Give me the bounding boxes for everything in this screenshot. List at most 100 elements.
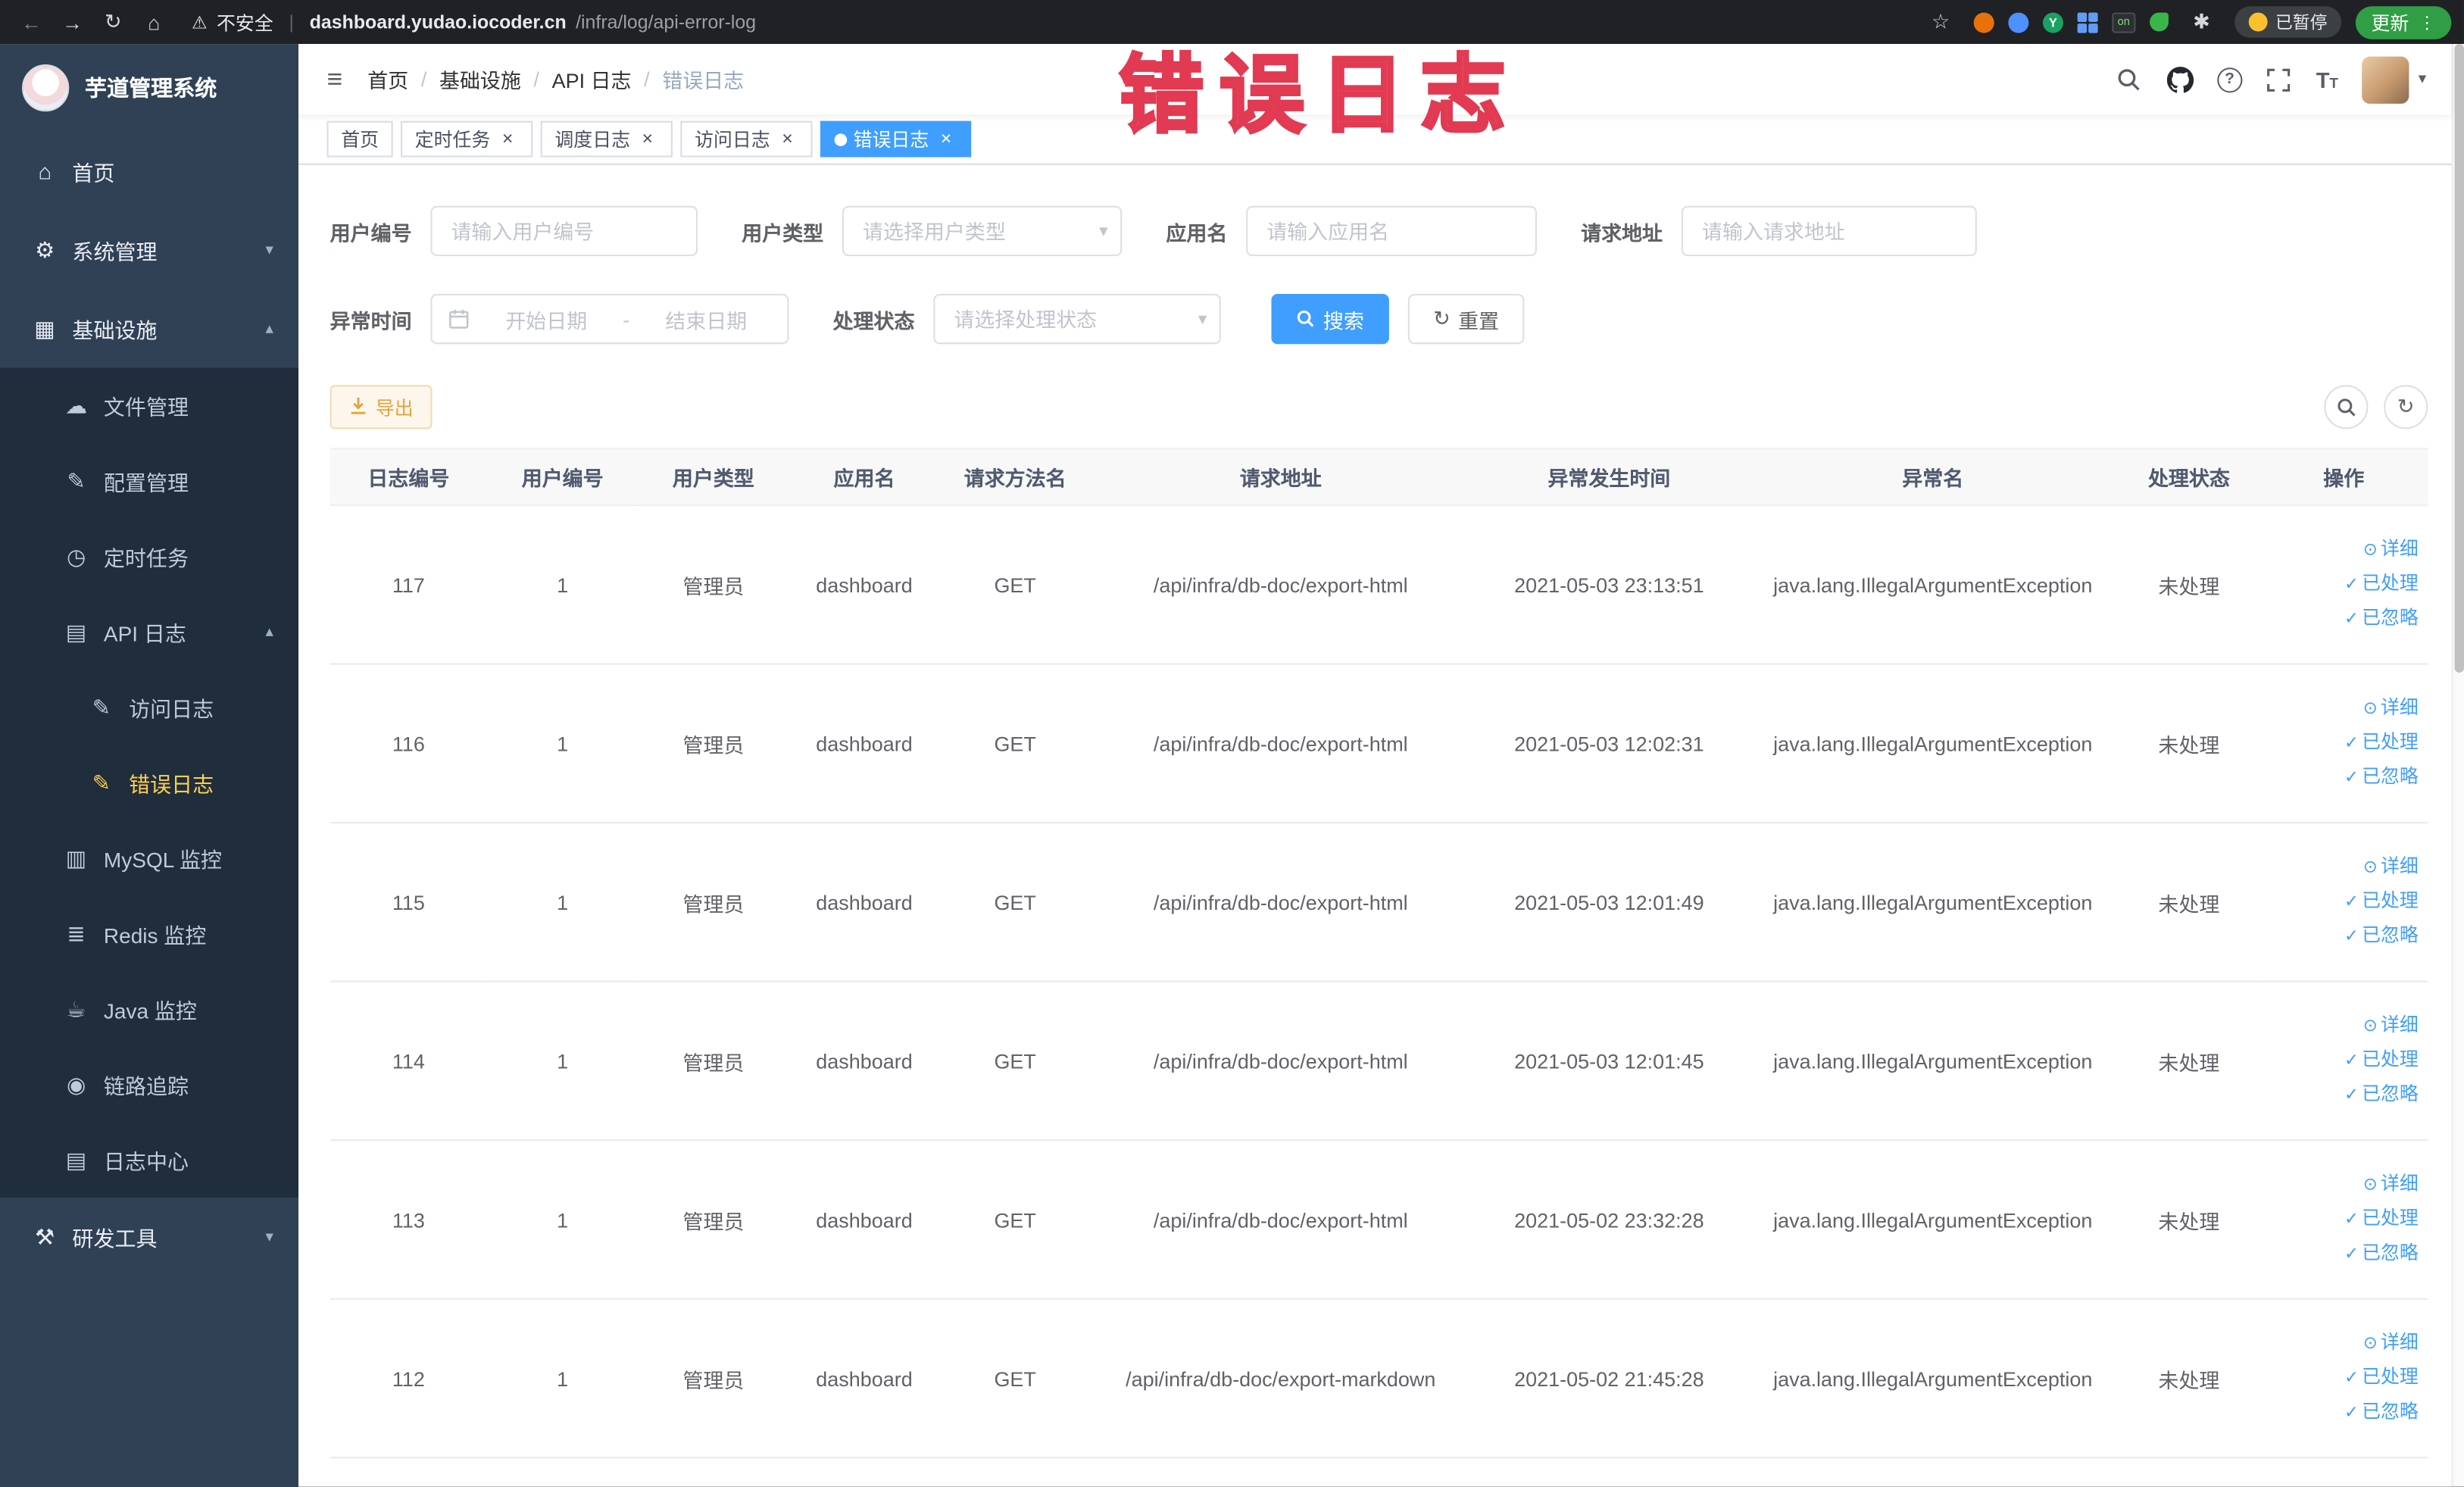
request-url-input[interactable] [1681, 205, 1977, 257]
ignored-action[interactable]: ✓ 已忽略 [2266, 761, 2419, 795]
processed-action[interactable]: ✓ 已处理 [2266, 885, 2419, 920]
close-icon[interactable]: × [636, 127, 658, 150]
close-icon[interactable]: × [776, 127, 798, 150]
sidebar-item-log-center[interactable]: ▤ 日志中心 [0, 1122, 299, 1198]
tab-access-log[interactable]: 访问日志 × [680, 120, 813, 158]
sidebar-item-error-log[interactable]: ✎ 错误日志 [0, 745, 299, 820]
sidebar-item-mysql-monitor[interactable]: ▥ MySQL 监控 [0, 820, 299, 896]
processed-action[interactable]: ✓ 已处理 [2266, 567, 2419, 602]
sidebar-item-label: 系统管理 [72, 240, 158, 264]
forward-icon[interactable]: → [54, 5, 92, 39]
github-icon[interactable] [2166, 66, 2194, 92]
cell-app: dashboard [789, 1140, 940, 1300]
detail-action[interactable]: ⊙ 详细 [2266, 1167, 2419, 1202]
tab-schedule-log[interactable]: 调度日志 × [540, 120, 673, 158]
toggle-search-button[interactable] [2324, 385, 2369, 430]
extension-orange-icon[interactable] [1973, 11, 1994, 33]
fullscreen-icon[interactable] [2266, 66, 2292, 92]
sidebar-item-system-management[interactable]: ⚙ 系统管理 ▾ [0, 211, 298, 289]
detail-action[interactable]: ⊙ 详细 [2266, 1009, 2419, 1044]
processed-action[interactable]: ✓ 已处理 [2266, 1361, 2419, 1396]
start-date-placeholder: 开始日期 [505, 308, 588, 333]
sidebar-item-access-log[interactable]: ✎ 访问日志 [0, 669, 299, 745]
sidebar-item-config-management[interactable]: ✎ 配置管理 [0, 443, 299, 519]
processed-action[interactable]: ✓ 已处理 [2266, 1044, 2419, 1079]
reset-button[interactable]: ↻ 重置 [1407, 293, 1525, 345]
ignored-action[interactable]: ✓ 已忽略 [2266, 1078, 2419, 1113]
date-range-picker[interactable]: 开始日期 - 结束日期 [430, 293, 789, 345]
sidebar-item-label: 首页 [72, 161, 115, 186]
cell-time: 2021-05-02 21:45:28 [1470, 1298, 1747, 1459]
sidebar-item-dev-tools[interactable]: ⚒ 研发工具 ▾ [0, 1198, 298, 1276]
extension-green-icon[interactable]: Y [2042, 11, 2063, 33]
sidebar-item-home[interactable]: ⌂ 首页 [0, 132, 298, 211]
scrollbar-thumb[interactable] [2454, 44, 2464, 673]
help-icon[interactable]: ? [2217, 67, 2243, 92]
ignored-action[interactable]: ✓ 已忽略 [2266, 1395, 2419, 1430]
extension-leaf-icon[interactable] [2150, 12, 2169, 32]
search-button[interactable]: 搜索 [1271, 293, 1390, 345]
table-toolbar: 导出 ↻ [329, 385, 2428, 430]
extension-blue-icon[interactable] [2008, 11, 2029, 33]
column-header: 处理状态 [2118, 448, 2260, 507]
browser-home-icon[interactable]: ⌂ [135, 5, 173, 39]
table-row: 115 1 管理员 dashboard GET/api/infra/db-doc/exp… [329, 823, 2428, 982]
detail-action[interactable]: ⊙ 详细 [2266, 1326, 2419, 1361]
sidebar-item-trace[interactable]: ◉ 链路追踪 [0, 1046, 299, 1123]
user-type-select[interactable] [842, 205, 1123, 257]
tools-icon: ⚒ [35, 1223, 55, 1249]
tab-error-log[interactable]: 错误日志 × [820, 120, 972, 158]
address-bar[interactable]: ⚠ 不安全 | dashboard.yudao.iocoder.cn/infra… [192, 8, 1919, 35]
breadcrumb-home[interactable]: 首页 [367, 64, 408, 94]
cell-url: /api/infra/db-doc/export-html [1090, 1140, 1471, 1300]
detail-action[interactable]: ⊙ 详细 [2266, 850, 2419, 885]
cell-user_type: 管理员 [638, 823, 789, 982]
close-icon[interactable]: × [497, 127, 519, 150]
detail-action[interactable]: ⊙ 详细 [2266, 533, 2419, 567]
process-status-select[interactable] [933, 293, 1222, 345]
close-icon[interactable]: × [935, 127, 957, 150]
back-icon[interactable]: ← [13, 5, 51, 39]
ignored-action[interactable]: ✓ 已忽略 [2266, 920, 2419, 954]
breadcrumb-infrastructure[interactable]: 基础设施 [439, 64, 521, 94]
processed-action[interactable]: ✓ 已处理 [2266, 1202, 2419, 1237]
cell-id: 115 [329, 823, 488, 982]
user-menu[interactable]: ▾ [2362, 55, 2426, 103]
sidebar-item-api-log[interactable]: ▤ API 日志 ▴ [0, 594, 299, 670]
check-icon: ✓ [2344, 1051, 2359, 1070]
browser-menu-icon[interactable]: ⋮ [2419, 12, 2436, 33]
search-icon[interactable] [2116, 66, 2143, 92]
breadcrumb-api-log[interactable]: API 日志 [552, 64, 632, 94]
page-scrollbar[interactable] [2451, 44, 2464, 1487]
sidebar-item-file-management[interactable]: ☁ 文件管理 [0, 367, 299, 444]
extension-grid-icon[interactable] [2077, 11, 2098, 33]
tab-home[interactable]: 首页 [326, 120, 393, 158]
cell-time: 2021-05-02 23:32:28 [1470, 1140, 1747, 1300]
detail-action[interactable]: ⊙ 详细 [2266, 692, 2419, 726]
browser-update-button[interactable]: 更新 ⋮ [2355, 5, 2452, 39]
font-size-icon[interactable]: T T [2316, 68, 2338, 90]
paw-extension-icon[interactable]: ✱ [2183, 5, 2221, 39]
refresh-table-button[interactable]: ↻ [2384, 385, 2428, 430]
processed-action[interactable]: ✓ 已处理 [2266, 726, 2419, 761]
search-icon [1297, 310, 1316, 329]
home-icon: ⌂ [38, 158, 52, 184]
ignored-action[interactable]: ✓ 已忽略 [2266, 602, 2419, 637]
ignored-action[interactable]: ✓ 已忽略 [2266, 1237, 2419, 1272]
app: 芋道管理系统 ⌂ 首页 ⚙ 系统管理 ▾ ▦ 基础设施 ▴ ☁ 文件管理 ✎ 配置管理 ◷ 定时任务 ▤ AP… [0, 44, 2464, 1487]
sidebar-item-infrastructure[interactable]: ▦ 基础设施 ▴ [0, 289, 298, 368]
cell-user_id: 1 [487, 823, 639, 982]
sidebar-item-scheduled-jobs[interactable]: ◷ 定时任务 [0, 518, 299, 595]
sidebar-logo[interactable]: 芋道管理系统 [0, 44, 298, 132]
paused-extension-badge[interactable]: 已暂停 [2234, 6, 2342, 38]
bookmark-star-icon[interactable]: ☆ [1922, 5, 1960, 39]
reload-icon[interactable]: ↻ [94, 5, 132, 39]
sidebar-item-redis-monitor[interactable]: ≣ Redis 监控 [0, 895, 299, 972]
export-button[interactable]: 导出 [329, 385, 433, 430]
hamburger-icon[interactable]: ≡ [327, 64, 343, 95]
app-name-input[interactable] [1246, 205, 1538, 257]
extension-on-icon[interactable]: on [2112, 11, 2136, 33]
sidebar-item-java-monitor[interactable]: ☕ Java 监控 [0, 971, 299, 1047]
user-id-input[interactable] [430, 205, 698, 257]
tab-scheduled-jobs[interactable]: 定时任务 × [401, 120, 533, 158]
